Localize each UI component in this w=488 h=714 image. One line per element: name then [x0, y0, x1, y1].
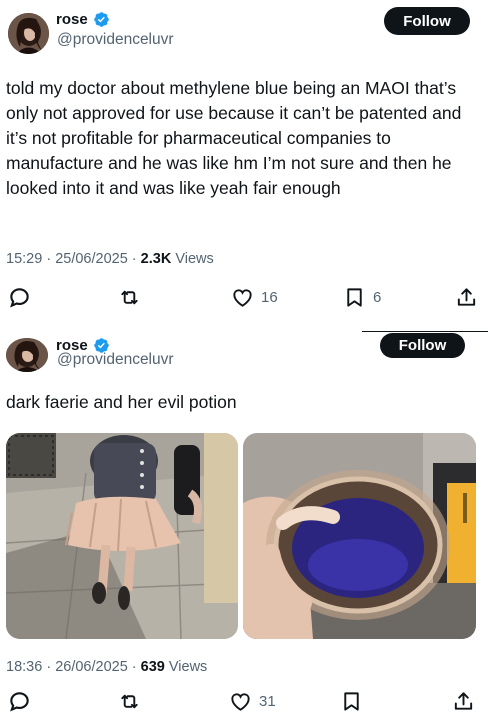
- verified-badge-icon: [93, 12, 109, 27]
- tweet-meta: 15:29 · 25/06/2025 · 2.3K Views: [6, 251, 214, 267]
- reply-icon: [10, 288, 29, 308]
- retweet-button[interactable]: [118, 286, 141, 309]
- tweet-date[interactable]: 25/06/2025: [55, 251, 128, 267]
- views-count: 639: [140, 659, 165, 675]
- avatar[interactable]: [8, 13, 49, 54]
- share-icon: [457, 288, 476, 306]
- bookmark-count: 6: [373, 289, 382, 306]
- share-button[interactable]: [452, 690, 475, 713]
- bookmark-icon: [344, 692, 359, 711]
- author-name-row: rose: [56, 11, 110, 28]
- reply-icon: [10, 692, 29, 712]
- views-label: Views: [175, 251, 214, 267]
- share-button[interactable]: [455, 286, 478, 309]
- tweet-2: rose @providenceluvr Follow dark faerie …: [0, 330, 488, 714]
- follow-button[interactable]: Follow: [384, 7, 470, 35]
- tweet-time[interactable]: 18:36: [6, 659, 42, 675]
- reply-button[interactable]: [8, 286, 31, 309]
- tweet-photo-1[interactable]: [6, 433, 238, 639]
- avatar[interactable]: [6, 338, 48, 372]
- like-count: 16: [261, 289, 278, 306]
- retweet-icon: [121, 694, 138, 709]
- like-button[interactable]: 16: [231, 286, 278, 309]
- views-count: 2.3K: [140, 251, 172, 267]
- user-handle[interactable]: @providenceluvr: [57, 31, 174, 49]
- share-icon: [454, 692, 473, 710]
- tweet-text: dark faerie and her evil potion: [6, 392, 237, 412]
- like-button[interactable]: 31: [229, 690, 276, 713]
- like-icon: [233, 289, 252, 307]
- action-bar: 16 6: [0, 286, 488, 312]
- views-label: Views: [168, 659, 208, 675]
- bookmark-button[interactable]: 6: [343, 286, 381, 309]
- tweet-date[interactable]: 26/06/2025: [55, 659, 128, 675]
- reply-button[interactable]: [8, 690, 31, 713]
- retweet-icon: [121, 290, 138, 305]
- tweet-meta: 18:36 · 26/06/2025 · 639 Views: [6, 659, 208, 675]
- action-bar: 31: [0, 690, 488, 714]
- tweet-text: told my doctor about methylene blue bein…: [6, 78, 462, 198]
- bookmark-icon: [347, 288, 362, 307]
- follow-button[interactable]: Follow: [380, 333, 465, 358]
- tweet-time[interactable]: 15:29: [6, 251, 42, 267]
- like-count: 31: [259, 693, 276, 710]
- retweet-button[interactable]: [118, 690, 141, 713]
- display-name[interactable]: rose: [56, 11, 88, 28]
- user-handle[interactable]: @providenceluvr: [57, 351, 174, 369]
- bookmark-button[interactable]: [340, 690, 363, 713]
- tweet-photo-2[interactable]: [243, 433, 476, 639]
- tweet-1: rose @providenceluvr Follow told my doct…: [0, 0, 488, 322]
- like-icon: [231, 693, 250, 711]
